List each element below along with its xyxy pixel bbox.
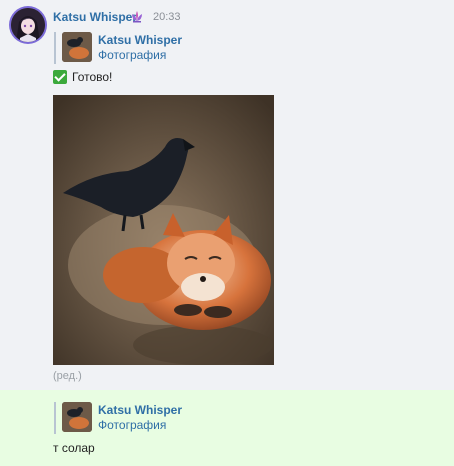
reply-type: Фотография	[98, 48, 167, 62]
reply-thumbnail	[62, 32, 92, 62]
reply-type: Фотография	[98, 418, 167, 432]
message-time: 20:33	[153, 11, 181, 23]
message-text: т солар	[53, 441, 95, 455]
reply-author: Katsu Whisper	[98, 33, 183, 47]
status-line: Готово!	[53, 70, 112, 84]
message-incoming[interactable]: Katsu Whisper 20:33 Katsu Whisper Фотогр…	[0, 0, 454, 390]
avatar[interactable]	[11, 8, 45, 42]
avatar-anime-girl-icon	[11, 8, 45, 42]
message-photo[interactable]	[53, 95, 274, 365]
status-text: Готово!	[72, 70, 113, 84]
reply-author: Katsu Whisper	[98, 403, 183, 417]
lotus-icon	[132, 11, 142, 23]
edited-label: (ред.)	[53, 370, 82, 382]
reply-preview[interactable]: Katsu Whisper Фотография	[54, 402, 182, 434]
check-box-icon	[53, 70, 67, 84]
reply-preview[interactable]: Katsu Whisper Фотография	[54, 32, 182, 64]
reply-thumbnail	[62, 402, 92, 432]
author-name[interactable]: Katsu Whisper	[53, 10, 137, 24]
